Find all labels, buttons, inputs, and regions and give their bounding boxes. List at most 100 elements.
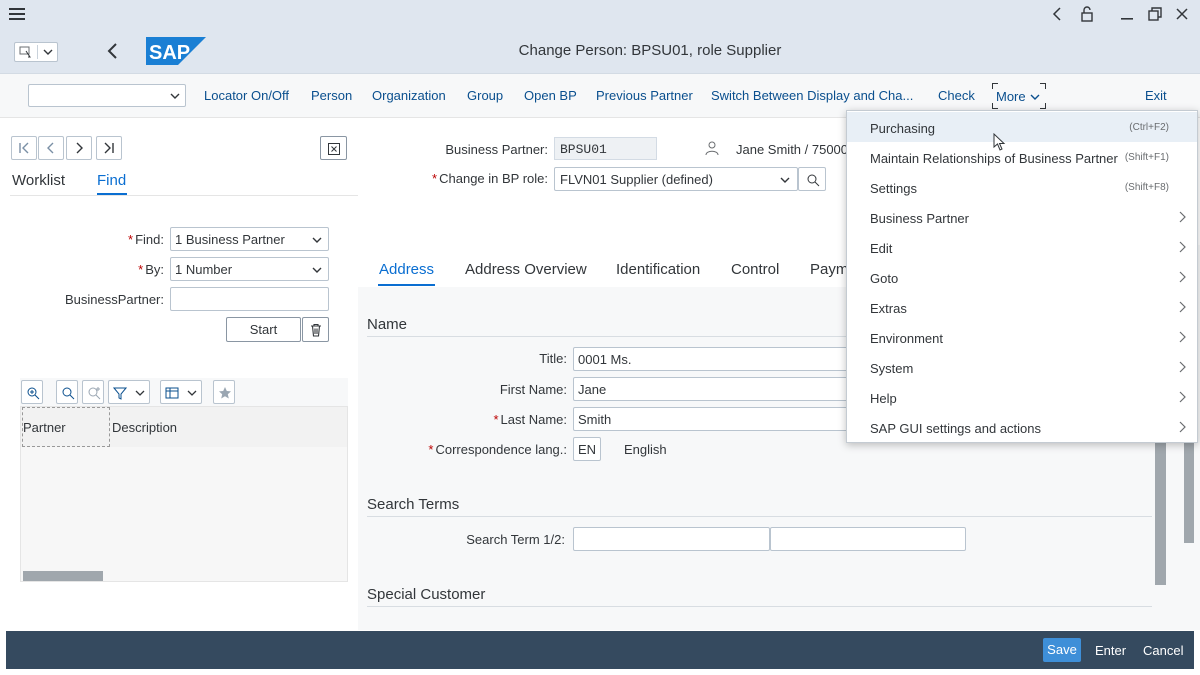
more-menu: Purchasing (Ctrl+F2) Maintain Relationshi… (846, 110, 1198, 443)
filter-button[interactable] (108, 380, 150, 404)
search-term-1-field[interactable] (573, 527, 770, 551)
menu-item-gui-settings[interactable]: SAP GUI settings and actions (847, 412, 1197, 442)
tab-control[interactable]: Control (731, 261, 779, 278)
switch-display-change-button[interactable]: Switch Between Display and Cha... (711, 88, 913, 103)
language-code-field[interactable]: EN (573, 437, 601, 461)
next-page-button[interactable] (66, 136, 92, 160)
window-topbar (0, 0, 1200, 28)
tab-worklist[interactable]: Worklist (12, 172, 65, 189)
correspondence-language-label: * Correspondence lang.: (428, 442, 567, 457)
organization-button[interactable]: Organization (372, 88, 446, 103)
section-divider (367, 606, 1152, 607)
minimize-icon[interactable] (1117, 4, 1137, 24)
exit-button[interactable]: Exit (1145, 88, 1167, 103)
menu-item-goto[interactable]: Goto (847, 262, 1197, 292)
previous-icon (47, 142, 54, 154)
by-select[interactable]: 1 Number (170, 257, 329, 281)
delete-button[interactable] (302, 317, 329, 342)
section-divider (367, 516, 1152, 517)
svg-text:SAP: SAP (149, 42, 190, 64)
start-button[interactable]: Start (226, 317, 301, 342)
title-bar: SAP Change Person: BPSU01, role Supplier (0, 28, 1200, 74)
chevron-down-icon (43, 49, 53, 55)
tab-address-overview[interactable]: Address Overview (465, 261, 587, 278)
favorites-button[interactable] (213, 380, 235, 404)
role-label: * Change in BP role: (432, 171, 548, 186)
restore-icon[interactable] (1145, 4, 1165, 24)
focus-corner (1040, 83, 1046, 89)
check-button[interactable]: Check (938, 88, 975, 103)
title-field[interactable]: 0001 Ms. (573, 347, 848, 371)
menu-item-environment[interactable]: Environment (847, 322, 1197, 352)
close-locator-button[interactable] (320, 136, 347, 160)
open-bp-button[interactable]: Open BP (524, 88, 577, 103)
delete-icon (311, 323, 321, 337)
menu-item-settings[interactable]: Settings (Shift+F8) (847, 172, 1197, 202)
first-page-button[interactable] (11, 136, 37, 160)
menu-item-purchasing[interactable]: Purchasing (Ctrl+F2) (847, 112, 1197, 142)
special-customer-section-title: Special Customer (367, 586, 486, 603)
search-term-2-field[interactable] (770, 527, 966, 551)
command-field[interactable] (28, 84, 186, 107)
system-menu-button[interactable] (14, 42, 58, 62)
menu-item-edit[interactable]: Edit (847, 232, 1197, 262)
menu-item-system[interactable]: System (847, 352, 1197, 382)
back-icon[interactable] (1048, 4, 1068, 24)
tab-identification[interactable]: Identification (616, 261, 700, 278)
language-name: English (624, 442, 667, 457)
outer-scrollbar[interactable] (1184, 440, 1194, 543)
previous-page-button[interactable] (38, 136, 64, 160)
filter-icon (113, 387, 127, 400)
search-next-button[interactable] (82, 380, 104, 404)
first-name-field[interactable]: Jane (573, 377, 848, 401)
tab-payment[interactable]: Paym (810, 261, 848, 278)
menu-item-extras[interactable]: Extras (847, 292, 1197, 322)
more-label: More (996, 89, 1026, 104)
header-person-name: Jane Smith / 75000 (736, 142, 849, 157)
required-marker: * (138, 262, 144, 277)
next-icon (76, 142, 83, 154)
save-button[interactable]: Save (1043, 638, 1081, 662)
menu-item-maintain-relationships[interactable]: Maintain Relationships of Business Partn… (847, 142, 1197, 172)
required-marker: * (428, 442, 434, 457)
group-button[interactable]: Group (467, 88, 503, 103)
find-select[interactable]: 1 Business Partner (170, 227, 329, 251)
chevron-right-icon (1179, 391, 1186, 403)
layout-button[interactable] (160, 380, 202, 404)
name-section-title: Name (367, 316, 408, 333)
menu-button-separator (37, 45, 38, 59)
bp-role-select[interactable]: FLVN01 Supplier (defined) (554, 167, 798, 191)
chevron-right-icon (1179, 301, 1186, 313)
chevron-right-icon (1179, 211, 1186, 223)
grid-toolbar (20, 378, 348, 406)
grid-column-partner[interactable]: Partner (23, 420, 66, 435)
chevron-down-icon (312, 237, 322, 243)
person-button[interactable]: Person (311, 88, 352, 103)
close-icon[interactable] (1172, 4, 1192, 24)
result-grid[interactable]: Partner Description (20, 406, 348, 582)
zoom-button[interactable] (21, 380, 43, 404)
last-name-field[interactable]: Smith (573, 407, 848, 431)
hamburger-icon[interactable] (8, 5, 26, 23)
role-value-help-button[interactable] (798, 167, 826, 191)
grid-column-description[interactable]: Description (112, 420, 177, 435)
menu-item-help[interactable]: Help (847, 382, 1197, 412)
previous-partner-button[interactable]: Previous Partner (596, 88, 693, 103)
tab-find[interactable]: Find (97, 172, 126, 189)
first-page-icon (19, 142, 29, 154)
required-marker: * (128, 232, 134, 247)
search-button[interactable] (56, 380, 78, 404)
menu-item-business-partner[interactable]: Business Partner (847, 202, 1197, 232)
cancel-button[interactable]: Cancel (1143, 643, 1183, 658)
enter-button[interactable]: Enter (1095, 643, 1126, 658)
unlock-icon[interactable] (1077, 4, 1097, 24)
content-scrollbar[interactable] (1155, 440, 1166, 585)
horizontal-scrollbar[interactable] (23, 571, 103, 581)
tab-address[interactable]: Address (379, 261, 434, 278)
business-partner-input[interactable] (170, 287, 329, 311)
back-arrow-icon[interactable] (104, 40, 122, 62)
more-button[interactable]: More (991, 82, 1047, 110)
last-page-button[interactable] (96, 136, 122, 160)
locator-toggle-button[interactable]: Locator On/Off (204, 88, 289, 103)
search-icon (62, 387, 75, 400)
